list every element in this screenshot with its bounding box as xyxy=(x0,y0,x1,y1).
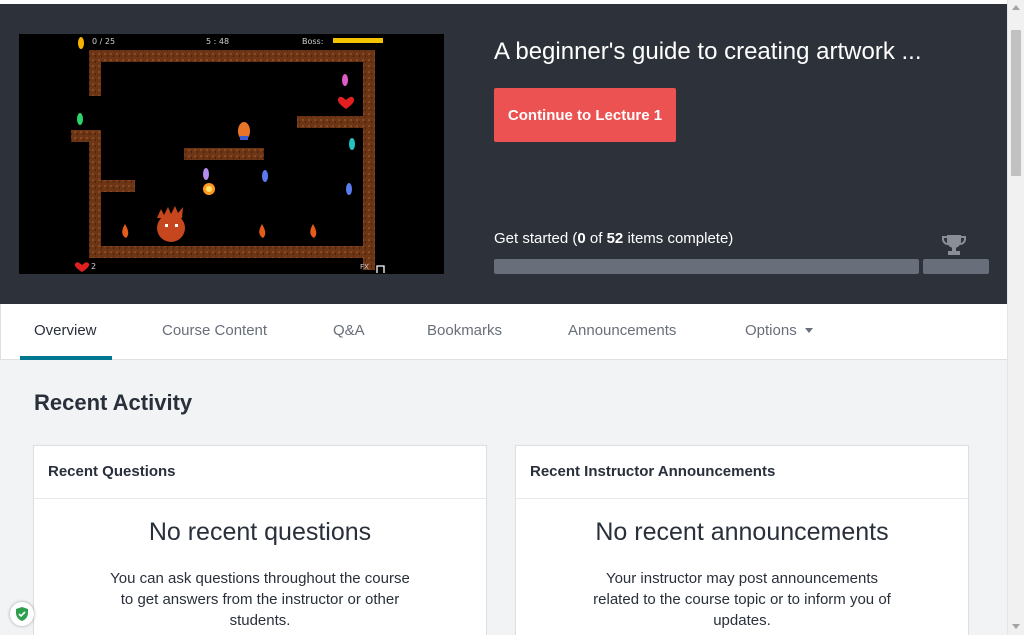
maze-wall xyxy=(89,180,135,192)
page-scrollbar[interactable] xyxy=(1007,0,1024,635)
bean-icon xyxy=(346,183,352,195)
bean-icon xyxy=(349,138,355,150)
caret-down-icon xyxy=(804,327,813,333)
hud-score: 0 / 25 xyxy=(92,37,116,46)
hud-lives: 2 xyxy=(91,262,97,271)
maze-wall xyxy=(89,50,101,96)
progress-completed-count: 0 xyxy=(577,230,586,247)
course-title: A beginner's guide to creating artwork .… xyxy=(494,38,922,65)
tab-qa[interactable]: Q&A xyxy=(333,304,365,360)
maze-wall xyxy=(89,130,101,258)
maze-wall xyxy=(89,50,375,62)
no-announcements-text: Your instructor may post announcements r… xyxy=(593,570,891,629)
hud-boss-label: Boss: xyxy=(302,37,324,46)
trophy-icon[interactable] xyxy=(940,232,968,258)
lives-heart-icon xyxy=(74,262,90,272)
maze-wall xyxy=(297,116,367,128)
tab-options[interactable]: Options xyxy=(745,304,813,360)
bean-icon xyxy=(203,168,209,180)
course-video-thumbnail[interactable]: 0 / 25 5 : 48 Boss: 2 FX xyxy=(19,34,444,274)
recent-announcements-header: Recent Instructor Announcements xyxy=(516,446,968,499)
tab-announcements[interactable]: Announcements xyxy=(568,304,676,360)
tab-overview[interactable]: Overview xyxy=(20,304,111,360)
maze-platform xyxy=(184,148,264,160)
progress-summary: Get started (0 of 52 items complete) xyxy=(494,230,734,247)
progress-total-count: 52 xyxy=(606,230,624,247)
music-note-icon xyxy=(376,265,385,273)
bean-icon xyxy=(262,170,268,182)
no-announcements-title: No recent announcements xyxy=(595,518,889,546)
recent-activity-title: Recent Activity xyxy=(34,390,193,415)
tab-course-content[interactable]: Course Content xyxy=(162,304,267,360)
scroll-down-arrow-icon[interactable] xyxy=(1012,624,1020,629)
scrollbar-thumb[interactable] xyxy=(1011,30,1021,176)
course-tabs: Overview Course Content Q&A Bookmarks An… xyxy=(0,304,1007,360)
maze-wall xyxy=(89,246,375,258)
recent-announcements-card: Recent Instructor Announcements No recen… xyxy=(515,445,969,635)
hud-fx: FX xyxy=(360,263,369,271)
recent-questions-header: Recent Questions xyxy=(34,446,486,499)
boss-enemy-icon xyxy=(157,214,185,242)
hud-timer: 5 : 48 xyxy=(206,37,230,46)
flame-enemy-icon xyxy=(310,224,317,238)
progress-bar-cap xyxy=(923,259,989,274)
page-viewport: 0 / 25 5 : 48 Boss: 2 FX A beginner's gu… xyxy=(0,0,1007,635)
recent-questions-card: Recent Questions No recent questions You… xyxy=(33,445,487,635)
game-scene-illustration xyxy=(71,37,385,273)
maze-wall xyxy=(363,50,375,270)
flame-enemy-icon xyxy=(122,224,129,238)
tab-bookmarks[interactable]: Bookmarks xyxy=(427,304,502,360)
scroll-up-arrow-icon[interactable] xyxy=(1012,5,1020,10)
boss-health-bar xyxy=(333,38,383,43)
shield-check-icon xyxy=(16,607,28,621)
flame-enemy-icon xyxy=(259,224,266,238)
bean-icon xyxy=(342,74,348,86)
bean-icon xyxy=(78,37,84,49)
continue-lecture-button[interactable]: Continue to Lecture 1 xyxy=(494,88,676,142)
tab-options-label: Options xyxy=(745,322,797,339)
course-hero: 0 / 25 5 : 48 Boss: 2 FX A beginner's gu… xyxy=(0,4,1007,304)
security-extension-badge[interactable] xyxy=(10,602,34,626)
no-questions-title: No recent questions xyxy=(148,518,372,546)
heart-icon xyxy=(337,96,355,109)
bean-icon xyxy=(77,113,83,125)
no-questions-text: You can ask questions throughout the cou… xyxy=(110,570,410,629)
progress-bar xyxy=(494,259,919,274)
